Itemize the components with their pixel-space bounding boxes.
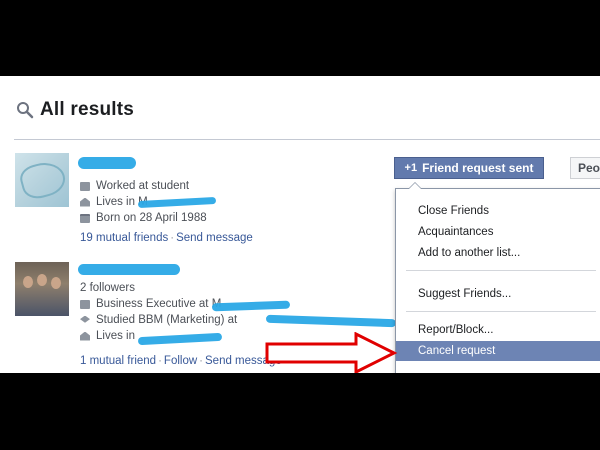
results-header: All results	[16, 98, 134, 122]
divider	[14, 139, 600, 140]
menu-item-cancel-request[interactable]: Cancel request	[396, 341, 600, 361]
mutual-friends-link[interactable]: 19 mutual friends	[80, 232, 168, 244]
detail-line: Studied BBM (Marketing) at	[80, 312, 237, 328]
avatar[interactable]	[15, 153, 69, 207]
redacted-name[interactable]	[78, 157, 136, 169]
red-arrow-icon	[265, 332, 398, 373]
menu-separator	[406, 270, 596, 271]
menu-separator	[406, 311, 596, 312]
result-links: 19 mutual friends · Send message	[80, 232, 253, 244]
menu-item-close-friends[interactable]: Close Friends	[396, 201, 600, 221]
followers-count: 2 followers	[80, 282, 135, 294]
people-button[interactable]: Peo	[570, 157, 600, 179]
mutual-friends-link[interactable]: 1 mutual friend	[80, 355, 156, 367]
detail-line: Worked at student	[80, 178, 207, 194]
calendar-icon	[80, 213, 90, 223]
briefcase-icon	[80, 299, 90, 309]
friend-request-menu: Close Friends Acquaintances Add to anoth…	[395, 182, 600, 373]
result-links: 1 mutual friend · Follow · Send message	[80, 355, 282, 367]
add-friend-icon: +1	[404, 162, 418, 174]
send-message-link[interactable]: Send message	[176, 232, 253, 244]
briefcase-icon	[80, 181, 90, 191]
home-icon	[80, 331, 90, 341]
menu-item-suggest-friends[interactable]: Suggest Friends...	[396, 284, 600, 304]
avatar[interactable]	[15, 262, 69, 316]
follow-link[interactable]: Follow	[164, 355, 197, 367]
menu-item-report-block[interactable]: Report/Block...	[396, 320, 600, 340]
search-results-panel: All results Worked at student Lives in M…	[0, 76, 600, 373]
detail-line: Born on 28 April 1988	[80, 210, 207, 226]
graduation-cap-icon	[80, 315, 90, 323]
menu-item-add-to-list[interactable]: Add to another list...	[396, 243, 600, 263]
redaction-mark	[265, 314, 397, 328]
friend-request-sent-button[interactable]: +1 Friend request sent	[394, 157, 544, 179]
magnifier-icon	[17, 102, 34, 119]
menu-item-acquaintances[interactable]: Acquaintances	[396, 222, 600, 242]
home-icon	[80, 197, 90, 207]
page-title: All results	[40, 99, 135, 120]
redaction-mark	[211, 300, 291, 312]
redacted-name[interactable]	[78, 264, 180, 275]
